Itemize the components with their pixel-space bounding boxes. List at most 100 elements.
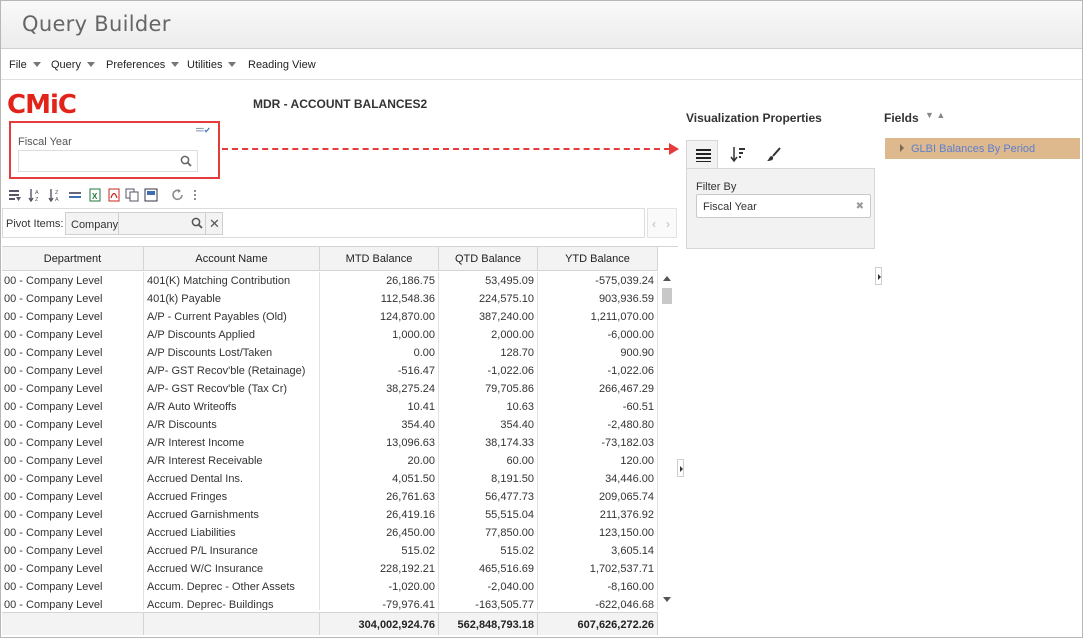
table-row[interactable]: 00 - Company Level A/P - Current Payables… (2, 308, 658, 326)
column-header-ytd-balance[interactable]: YTD Balance (538, 247, 658, 271)
cell-account-name: A/P Discounts Applied (144, 326, 320, 344)
cell-mtd-balance: -79,976.41 (320, 596, 439, 610)
sort-icon (730, 147, 745, 162)
menu-utilities[interactable]: Utilities (187, 59, 237, 71)
table-row[interactable]: 00 - Company Level 401(K) Matching Contri… (2, 272, 658, 290)
expand-panel-button[interactable] (875, 267, 882, 285)
sort-descending-icon[interactable]: ZA (48, 188, 62, 202)
close-icon[interactable]: ✕ (209, 216, 220, 232)
menu-preferences-label: Preferences (106, 59, 166, 71)
chevron-down-icon (32, 62, 41, 67)
table-row[interactable]: 00 - Company Level A/R Interest Income 13,… (2, 434, 658, 452)
expand-caret-icon[interactable] (900, 144, 904, 152)
cell-account-name: A/P- GST Recov'ble (Retainage) (144, 362, 320, 380)
table-row[interactable]: 00 - Company Level Accrued Liabilities 26,… (2, 524, 658, 542)
menu-file[interactable]: File (9, 59, 41, 71)
cell-department: 00 - Company Level (2, 524, 144, 542)
scroll-up-icon[interactable] (663, 276, 671, 281)
cell-qtd-balance: 60.00 (439, 452, 538, 470)
fiscal-year-input[interactable] (18, 150, 198, 172)
table-row[interactable]: 00 - Company Level Accum. Deprec- Buildin… (2, 596, 658, 610)
scroll-down-icon[interactable] (663, 597, 671, 602)
pivot-chip-company[interactable]: Company ✕ (65, 212, 223, 235)
cell-account-name: A/P Discounts Lost/Taken (144, 344, 320, 362)
table-row[interactable]: 00 - Company Level Accum. Deprec - Other … (2, 578, 658, 596)
svg-text:Z: Z (35, 197, 39, 202)
fields-item-glbi-balances[interactable]: GLBI Balances By Period (885, 138, 1080, 159)
table-row[interactable]: 00 - Company Level A/P Discounts Applied 1… (2, 326, 658, 344)
prompt-options-icon[interactable] (196, 126, 210, 134)
menu-query[interactable]: Query (51, 59, 95, 71)
refresh-icon[interactable] (171, 188, 185, 202)
column-settings-icon[interactable] (68, 188, 82, 202)
filter-chip-fiscal-year[interactable]: Fiscal Year ✖ (696, 194, 871, 218)
fiscal-year-prompt: Fiscal Year (9, 121, 220, 179)
expand-panel-button[interactable] (677, 459, 684, 477)
table-row[interactable]: 00 - Company Level Accrued P/L Insurance 5… (2, 542, 658, 560)
table-row[interactable]: 00 - Company Level A/R Discounts 354.40 354… (2, 416, 658, 434)
table-row[interactable]: 00 - Company Level A/P- GST Recov'ble (Ta… (2, 380, 658, 398)
more-options-icon[interactable] (191, 188, 205, 202)
cell-ytd-balance: 120.00 (538, 452, 658, 470)
cell-account-name: 401(K) Matching Contribution (144, 272, 320, 290)
filter-by-label: Filter By (696, 181, 737, 193)
table-row[interactable]: 00 - Company Level A/R Interest Receivabl… (2, 452, 658, 470)
column-header-department[interactable]: Department (2, 247, 144, 271)
chevron-right-icon[interactable]: › (666, 217, 670, 231)
copy-icon[interactable] (125, 188, 139, 202)
cell-mtd-balance: 124,870.00 (320, 308, 439, 326)
cell-qtd-balance: 38,174.33 (439, 434, 538, 452)
cell-ytd-balance: -1,022.06 (538, 362, 658, 380)
total-qtd-balance: 562,848,793.18 (439, 613, 538, 635)
cell-mtd-balance: 0.00 (320, 344, 439, 362)
list-icon (696, 149, 711, 162)
cell-ytd-balance: 1,702,537.71 (538, 560, 658, 578)
cell-ytd-balance: 209,065.74 (538, 488, 658, 506)
table-row[interactable]: 00 - Company Level Accrued Garnishments 26… (2, 506, 658, 524)
grid-header: Department Account Name MTD Balance QTD … (2, 247, 658, 271)
cell-qtd-balance: 79,705.86 (439, 380, 538, 398)
table-row[interactable]: 00 - Company Level Accrued W/C Insurance 2… (2, 560, 658, 578)
export-excel-icon[interactable]: X (88, 188, 102, 202)
search-icon[interactable] (180, 155, 192, 167)
brush-icon (767, 147, 781, 161)
cell-account-name: Accrued Fringes (144, 488, 320, 506)
sort-ascending-icon[interactable]: AZ (28, 188, 42, 202)
total-mtd-balance: 304,002,924.76 (320, 613, 439, 635)
export-pdf-icon[interactable] (107, 188, 121, 202)
table-row[interactable]: 00 - Company Level Accrued Dental Ins. 4,0… (2, 470, 658, 488)
tab-list[interactable] (686, 140, 718, 168)
tab-sort[interactable] (722, 140, 754, 168)
cell-account-name: A/P- GST Recov'ble (Tax Cr) (144, 380, 320, 398)
table-row[interactable]: 00 - Company Level A/R Auto Writeoffs 10.4… (2, 398, 658, 416)
tab-style[interactable] (758, 140, 790, 168)
grid-vertical-scrollbar[interactable] (659, 272, 675, 608)
cell-department: 00 - Company Level (2, 362, 144, 380)
cell-ytd-balance: -2,480.80 (538, 416, 658, 434)
table-row[interactable]: 00 - Company Level A/P Discounts Lost/Tak… (2, 344, 658, 362)
cell-department: 00 - Company Level (2, 560, 144, 578)
fields-item-label: GLBI Balances By Period (911, 143, 1036, 155)
filter-list-icon[interactable] (8, 188, 22, 202)
save-view-icon[interactable] (144, 188, 158, 202)
table-row[interactable]: 00 - Company Level A/P- GST Recov'ble (Re… (2, 362, 658, 380)
sort-toggle-icon[interactable]: ▼ ▲ (925, 110, 945, 120)
column-header-account-name[interactable]: Account Name (144, 247, 320, 271)
table-row[interactable]: 00 - Company Level Accrued Fringes 26,761.… (2, 488, 658, 506)
cell-ytd-balance: -622,046.68 (538, 596, 658, 610)
menu-reading-view[interactable]: Reading View (248, 59, 316, 71)
cell-qtd-balance: 77,850.00 (439, 524, 538, 542)
svg-text:Z: Z (55, 190, 59, 196)
menu-preferences[interactable]: Preferences (106, 59, 180, 71)
close-icon[interactable]: ✖ (856, 201, 864, 212)
visualization-properties-title: Visualization Properties (686, 111, 822, 125)
column-header-mtd-balance[interactable]: MTD Balance (320, 247, 439, 271)
cell-department: 00 - Company Level (2, 272, 144, 290)
cell-qtd-balance: 2,000.00 (439, 326, 538, 344)
scrollbar-thumb[interactable] (662, 288, 672, 304)
table-row[interactable]: 00 - Company Level 401(k) Payable 112,548.… (2, 290, 658, 308)
chevron-left-icon[interactable]: ‹ (652, 217, 656, 231)
search-icon[interactable] (191, 217, 203, 229)
column-header-qtd-balance[interactable]: QTD Balance (439, 247, 538, 271)
cell-mtd-balance: 38,275.24 (320, 380, 439, 398)
